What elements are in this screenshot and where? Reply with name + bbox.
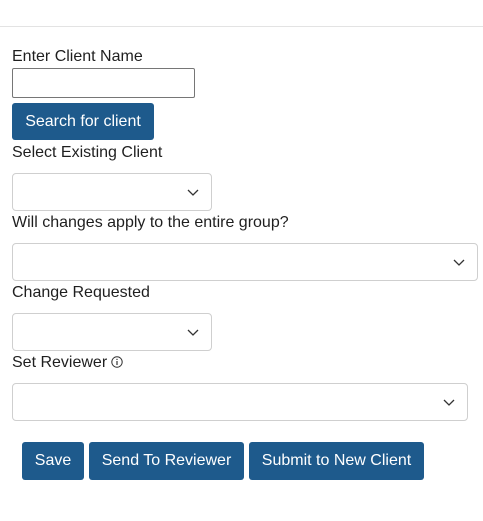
- chevron-down-icon: [187, 329, 199, 336]
- change-requested-label: Change Requested: [12, 284, 150, 301]
- existing-client-label: Select Existing Client: [12, 144, 163, 161]
- reviewer-label: Set Reviewer: [12, 354, 108, 371]
- save-button[interactable]: Save: [22, 442, 84, 480]
- group-changes-label: Will changes apply to the entire group?: [12, 214, 289, 231]
- group-changes-select[interactable]: [12, 243, 478, 281]
- info-circle-icon[interactable]: [111, 356, 123, 368]
- existing-client-select[interactable]: [12, 173, 212, 211]
- send-to-reviewer-button[interactable]: Send To Reviewer: [89, 442, 244, 480]
- search-client-button[interactable]: Search for client: [12, 103, 154, 140]
- client-name-input[interactable]: [12, 68, 195, 98]
- client-name-label: Enter Client Name: [12, 48, 143, 65]
- chevron-down-icon: [453, 259, 465, 266]
- submit-new-client-button[interactable]: Submit to New Client: [249, 442, 424, 480]
- header-divider: [0, 26, 483, 27]
- chevron-down-icon: [187, 189, 199, 196]
- change-requested-select[interactable]: [12, 313, 212, 351]
- chevron-down-icon: [443, 399, 455, 406]
- reviewer-label-row: Set Reviewer: [12, 353, 123, 373]
- reviewer-select[interactable]: [12, 383, 468, 421]
